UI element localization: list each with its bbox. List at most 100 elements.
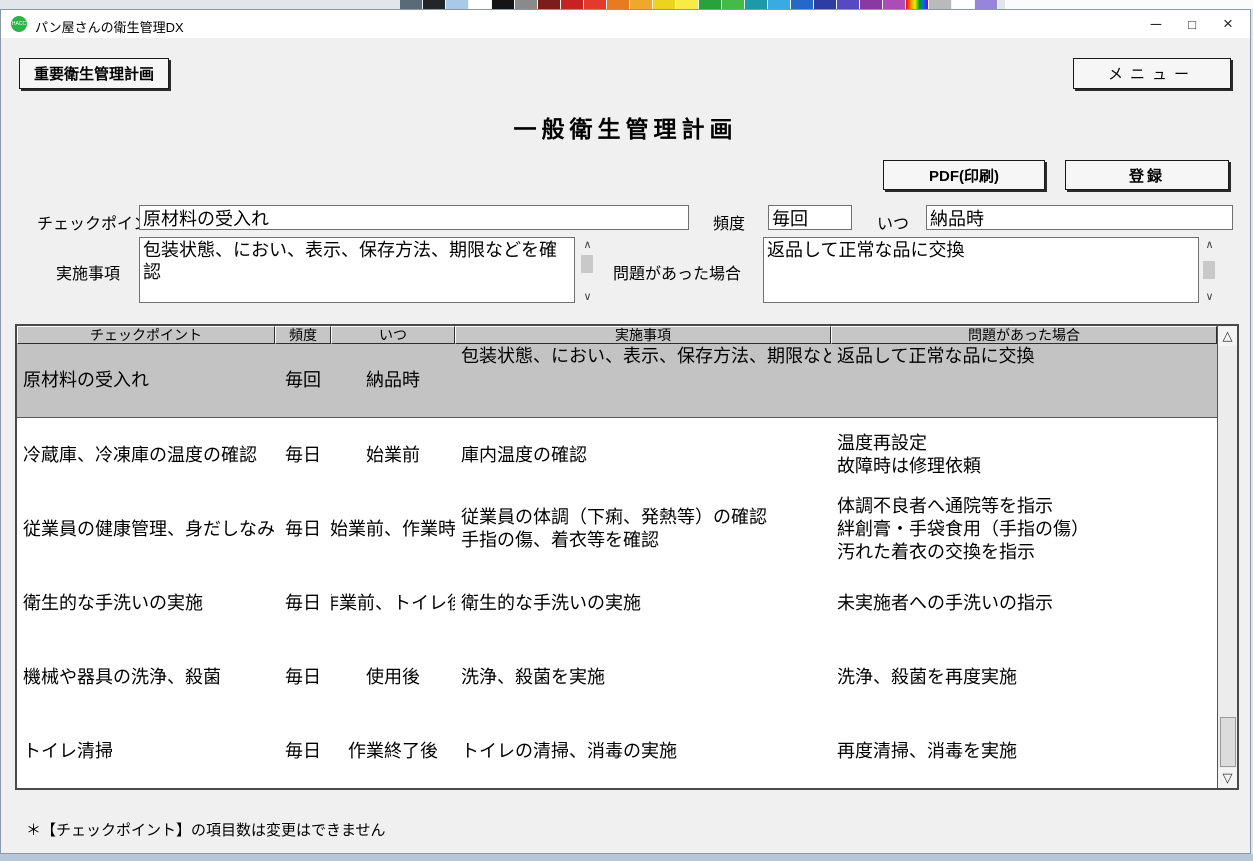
table-cell: トイレの清掃、消毒の実施 xyxy=(455,714,831,788)
table-cell: 庫内温度の確認 xyxy=(455,418,831,492)
action-label: 実施事項 xyxy=(56,260,120,284)
table-row[interactable]: 機械や器具の洗浄、殺菌毎日使用後洗浄、殺菌を実施洗浄、殺菌を再度実施 xyxy=(17,640,1237,714)
table-cell: 冷蔵庫、冷凍庫の温度の確認 xyxy=(17,418,275,492)
table-cell: 原材料の受入れ xyxy=(17,344,275,417)
table-cell: 作業終了後 xyxy=(331,714,455,788)
table-row[interactable]: 原材料の受入れ毎回納品時包装状態、におい、表示、保存方法、期限などを確認返品して… xyxy=(17,344,1237,418)
pdf-print-button[interactable]: PDF(印刷) xyxy=(883,160,1045,190)
scrollbar-thumb[interactable] xyxy=(1203,261,1215,279)
column-header: チェックポイント xyxy=(17,326,275,344)
color-swatch xyxy=(423,0,446,9)
background-color-swatches xyxy=(400,0,998,9)
problem-textarea[interactable]: 返品して正常な品に交換 xyxy=(763,237,1199,303)
table-cell: 衛生的な手洗いの実施 xyxy=(455,566,831,640)
color-swatch xyxy=(791,0,814,9)
table-cell: トイレ清掃 xyxy=(17,714,275,788)
color-swatch xyxy=(538,0,561,9)
menu-button[interactable]: メニュー xyxy=(1073,58,1231,89)
table-header-row: チェックポイント頻度いつ実施事項問題があった場合 xyxy=(17,326,1237,344)
color-swatch xyxy=(929,0,952,9)
footnote: ＊【チェックポイント】の項目数は変更はできません xyxy=(26,819,386,840)
table-cell: 機械や器具の洗浄、殺菌 xyxy=(17,640,275,714)
when-label: いつ xyxy=(877,210,909,234)
close-icon[interactable]: × xyxy=(1212,10,1244,38)
color-swatch xyxy=(630,0,653,9)
table-body: 原材料の受入れ毎回納品時包装状態、におい、表示、保存方法、期限などを確認返品して… xyxy=(17,344,1237,788)
column-header: 頻度 xyxy=(275,326,331,344)
problem-scrollbar[interactable] xyxy=(1202,237,1217,303)
title-bar: HACC パン屋さんの衛生管理DX ─ □ × xyxy=(1,10,1250,38)
frequency-label: 頻度 xyxy=(713,210,745,234)
table-cell: 毎日 xyxy=(275,566,331,640)
table-cell: 未実施者への手洗いの指示 xyxy=(831,566,1217,640)
color-swatch xyxy=(515,0,538,9)
color-swatch xyxy=(676,0,699,9)
app-window: HACC パン屋さんの衛生管理DX ─ □ × 重要衛生管理計画 メニュー 一般… xyxy=(0,9,1251,854)
scroll-down-icon[interactable] xyxy=(580,289,595,303)
scroll-up-icon[interactable] xyxy=(580,237,595,251)
table-cell: 洗浄、殺菌を再度実施 xyxy=(831,640,1217,714)
color-swatch xyxy=(860,0,883,9)
scroll-up-icon[interactable] xyxy=(1202,237,1217,251)
table-cell: 納品時 xyxy=(331,344,455,417)
column-header: いつ xyxy=(331,326,455,344)
minimize-icon[interactable]: ─ xyxy=(1140,10,1172,38)
table-cell: 作業前、トイレ後 xyxy=(331,566,455,640)
color-swatch xyxy=(561,0,584,9)
color-swatch xyxy=(400,0,423,9)
color-swatch xyxy=(768,0,791,9)
table-cell: 洗浄、殺菌を実施 xyxy=(455,640,831,714)
table-cell: 使用後 xyxy=(331,640,455,714)
color-swatch xyxy=(469,0,492,9)
table-scrollbar[interactable] xyxy=(1217,326,1237,788)
color-swatch xyxy=(584,0,607,9)
table-cell: 衛生的な手洗いの実施 xyxy=(17,566,275,640)
table-row[interactable]: トイレ清掃毎日作業終了後トイレの清掃、消毒の実施再度清掃、消毒を実施 xyxy=(17,714,1237,788)
scrollbar-thumb[interactable] xyxy=(1220,717,1236,767)
checkpoint-input[interactable] xyxy=(139,205,689,230)
page-title: 一般衛生管理計画 xyxy=(1,110,1250,144)
desktop-edge-strip xyxy=(0,854,1253,861)
when-input[interactable] xyxy=(926,205,1233,230)
color-swatch xyxy=(699,0,722,9)
scrollbar-thumb[interactable] xyxy=(581,255,593,273)
important-hygiene-plan-button[interactable]: 重要衛生管理計画 xyxy=(19,58,169,89)
table-row[interactable]: 衛生的な手洗いの実施毎日作業前、トイレ後衛生的な手洗いの実施未実施者への手洗いの… xyxy=(17,566,1237,640)
color-swatch xyxy=(883,0,906,9)
color-swatch xyxy=(814,0,837,9)
color-swatch xyxy=(607,0,630,9)
table-cell: 毎回 xyxy=(275,344,331,417)
scroll-down-icon[interactable] xyxy=(1202,289,1217,303)
color-swatch xyxy=(745,0,768,9)
window-title: パン屋さんの衛生管理DX xyxy=(35,17,184,36)
column-header: 問題があった場合 xyxy=(831,326,1217,344)
background-blank-area xyxy=(1005,0,1253,9)
maximize-icon[interactable]: □ xyxy=(1176,10,1208,38)
color-swatch xyxy=(906,0,929,9)
action-scrollbar[interactable] xyxy=(580,237,595,303)
table-cell: 温度再設定故障時は修理依頼 xyxy=(831,418,1217,492)
color-swatch xyxy=(492,0,515,9)
color-swatch xyxy=(653,0,676,9)
frequency-input[interactable] xyxy=(768,205,852,230)
color-swatch xyxy=(446,0,469,9)
table-row[interactable]: 冷蔵庫、冷凍庫の温度の確認毎日始業前庫内温度の確認温度再設定故障時は修理依頼 xyxy=(17,418,1237,492)
table-cell: 再度清掃、消毒を実施 xyxy=(831,714,1217,788)
action-textarea[interactable]: 包装状態、におい、表示、保存方法、期限などを確認 xyxy=(139,237,575,303)
table-cell: 従業員の健康管理、身だしなみ xyxy=(17,492,275,566)
table-cell: 毎日 xyxy=(275,492,331,566)
scroll-up-icon[interactable] xyxy=(1218,326,1237,346)
table-cell: 始業前 xyxy=(331,418,455,492)
table-row[interactable]: 従業員の健康管理、身だしなみ毎日始業前、作業時従業員の体調（下痢、発熱等）の確認… xyxy=(17,492,1237,566)
table-cell: 返品して正常な品に交換 xyxy=(831,344,1217,417)
scroll-down-icon[interactable] xyxy=(1218,768,1237,788)
table-cell: 包装状態、におい、表示、保存方法、期限などを確認 xyxy=(455,344,831,417)
app-icon: HACC xyxy=(11,16,27,32)
color-swatch xyxy=(837,0,860,9)
register-button[interactable]: 登録 xyxy=(1065,160,1229,190)
table-cell: 毎日 xyxy=(275,714,331,788)
table-cell: 毎日 xyxy=(275,640,331,714)
color-swatch xyxy=(722,0,745,9)
color-swatch xyxy=(952,0,975,9)
table-cell: 始業前、作業時 xyxy=(331,492,455,566)
